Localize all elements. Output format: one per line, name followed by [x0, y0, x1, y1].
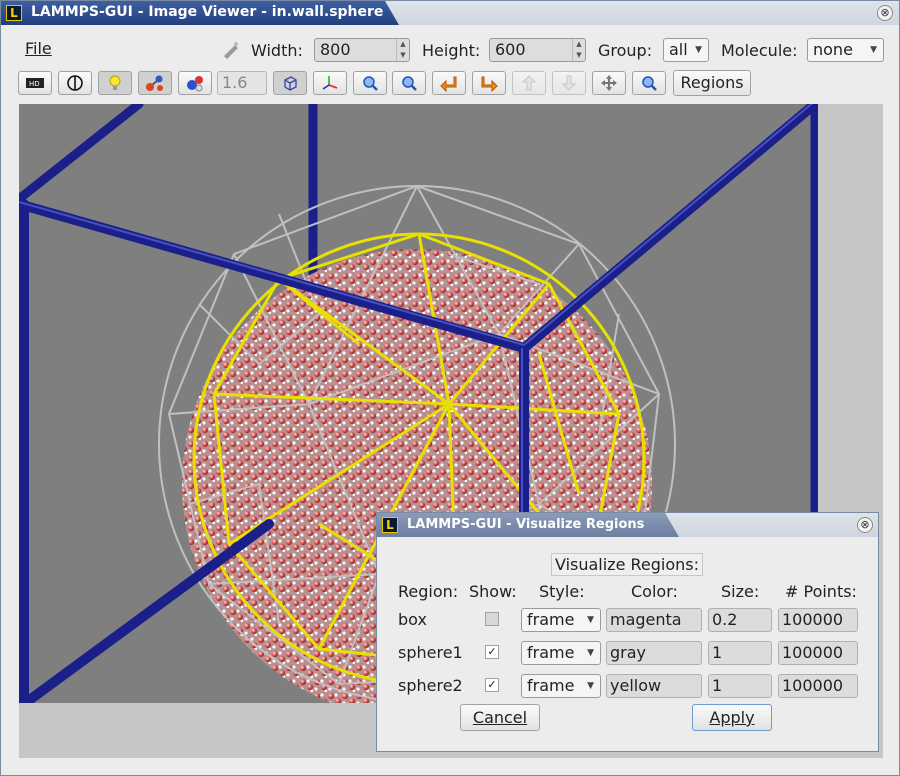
rotate-down-button[interactable]: [552, 71, 586, 95]
column-region: Region:: [398, 582, 459, 601]
rotate-left-button[interactable]: [432, 71, 466, 95]
chevron-down-icon: ▼: [587, 615, 594, 625]
chevron-down-icon: ▼: [870, 45, 877, 55]
hd-icon: HD: [26, 78, 44, 88]
window-title: LAMMPS-GUI - Image Viewer - in.wall.sphe…: [31, 4, 384, 20]
svg-text:HD: HD: [29, 80, 40, 88]
lightbulb-icon: [109, 75, 121, 90]
chevron-down-icon: ▼: [587, 681, 594, 691]
column-points: # Points:: [785, 582, 857, 601]
width-label: Width:: [251, 41, 303, 60]
rotate-down-icon: [561, 75, 577, 91]
apply-button[interactable]: Apply: [692, 704, 772, 731]
molecule-label: Molecule:: [721, 41, 798, 60]
chevron-down-icon: ▼: [695, 45, 702, 55]
points-field-sphere2[interactable]: 100000: [778, 674, 858, 698]
height-spinbox[interactable]: 600 ▲ ▼: [489, 38, 586, 62]
vdw-toggle-icon: [67, 75, 83, 91]
window-close-icon[interactable]: ⊗: [877, 5, 893, 21]
height-spin-arrows-icon[interactable]: ▲ ▼: [572, 39, 585, 61]
column-style: Style:: [539, 582, 585, 601]
regions-button[interactable]: Regions: [673, 70, 751, 96]
rotate-left-icon: [440, 76, 457, 92]
bonds-toggle-button[interactable]: [138, 71, 172, 95]
group-label: Group:: [598, 41, 653, 60]
points-field-sphere1[interactable]: 100000: [778, 641, 858, 665]
group-value: all: [669, 40, 688, 59]
dialog-close-icon[interactable]: ⊗: [857, 517, 873, 533]
chevron-down-icon: ▼: [587, 648, 594, 658]
style-value-box: frame: [527, 610, 575, 629]
dialog-title: LAMMPS-GUI - Visualize Regions: [407, 517, 645, 532]
vdw-toggle-button[interactable]: [58, 71, 92, 95]
apply-label: Apply: [709, 708, 755, 727]
group-select[interactable]: all ▼: [663, 38, 709, 62]
reset-view-icon: [642, 76, 657, 91]
region-name-sphere1: sphere1: [398, 643, 463, 662]
zoom-in-icon: [363, 76, 378, 91]
shiny-toggle-button[interactable]: [98, 71, 132, 95]
lammps-app-icon: L: [382, 517, 398, 533]
molecule-value: none: [813, 40, 853, 59]
menu-file-label: File: [25, 39, 52, 58]
points-field-box[interactable]: 100000: [778, 608, 858, 632]
molecule-view-button[interactable]: [178, 71, 212, 95]
size-field-sphere2[interactable]: 1: [708, 674, 772, 698]
region-name-sphere2: sphere2: [398, 676, 463, 695]
style-select-sphere1[interactable]: frame ▼: [521, 641, 601, 665]
axes-icon: [322, 76, 338, 90]
molecule-icon: [187, 76, 203, 92]
zoom-value[interactable]: 1.6: [217, 71, 267, 95]
style-select-box[interactable]: frame ▼: [521, 608, 601, 632]
molecule-select[interactable]: none ▼: [807, 38, 884, 62]
rotate-right-button[interactable]: [472, 71, 506, 95]
style-value-sphere1: frame: [527, 643, 575, 662]
zoom-in-button[interactable]: [353, 71, 387, 95]
column-size: Size:: [721, 582, 760, 601]
column-show: Show:: [469, 582, 517, 601]
antialias-icon[interactable]: [221, 40, 241, 60]
cancel-label: Cancel: [472, 708, 528, 727]
recenter-button[interactable]: [592, 71, 626, 95]
zoom-out-icon: [402, 76, 417, 91]
color-field-box[interactable]: magenta: [606, 608, 702, 632]
column-color: Color:: [631, 582, 678, 601]
atoms-bonds-icon: [146, 75, 163, 91]
dialog-title-bar[interactable]: L LAMMPS-GUI - Visualize Regions ⊗: [377, 513, 878, 537]
visualize-regions-dialog: L LAMMPS-GUI - Visualize Regions ⊗ Visua…: [376, 512, 879, 752]
style-value-sphere2: frame: [527, 676, 575, 695]
rotate-right-icon: [481, 76, 498, 92]
title-bar[interactable]: L LAMMPS-GUI - Image Viewer - in.wall.sp…: [1, 1, 899, 25]
region-name-box: box: [398, 610, 427, 629]
size-field-box[interactable]: 0.2: [708, 608, 772, 632]
recenter-icon: [601, 75, 617, 91]
color-field-sphere1[interactable]: gray: [606, 641, 702, 665]
dialog-heading: Visualize Regions:: [551, 553, 703, 576]
menu-file[interactable]: File: [25, 39, 52, 58]
rotate-up-icon: [521, 75, 537, 91]
width-spin-arrows-icon[interactable]: ▲ ▼: [396, 39, 409, 61]
zoom-out-button[interactable]: [392, 71, 426, 95]
rotate-up-button[interactable]: [512, 71, 546, 95]
reset-view-button[interactable]: [632, 71, 666, 95]
lammps-app-icon: L: [6, 5, 22, 21]
height-label: Height:: [422, 41, 481, 60]
box-toggle-button[interactable]: [273, 71, 307, 95]
axes-toggle-button[interactable]: [313, 71, 347, 95]
show-checkbox-sphere1[interactable]: ✓: [485, 645, 499, 659]
show-checkbox-box[interactable]: [485, 612, 499, 626]
height-value: 600: [495, 40, 526, 59]
color-field-sphere2[interactable]: yellow: [606, 674, 702, 698]
style-select-sphere2[interactable]: frame ▼: [521, 674, 601, 698]
width-spinbox[interactable]: 800 ▲ ▼: [314, 38, 410, 62]
hd-button[interactable]: HD: [18, 71, 52, 95]
width-value: 800: [320, 40, 351, 59]
cancel-button[interactable]: Cancel: [460, 704, 540, 731]
size-field-sphere1[interactable]: 1: [708, 641, 772, 665]
show-checkbox-sphere2[interactable]: ✓: [485, 678, 499, 692]
axes-box-icon: [284, 76, 297, 91]
